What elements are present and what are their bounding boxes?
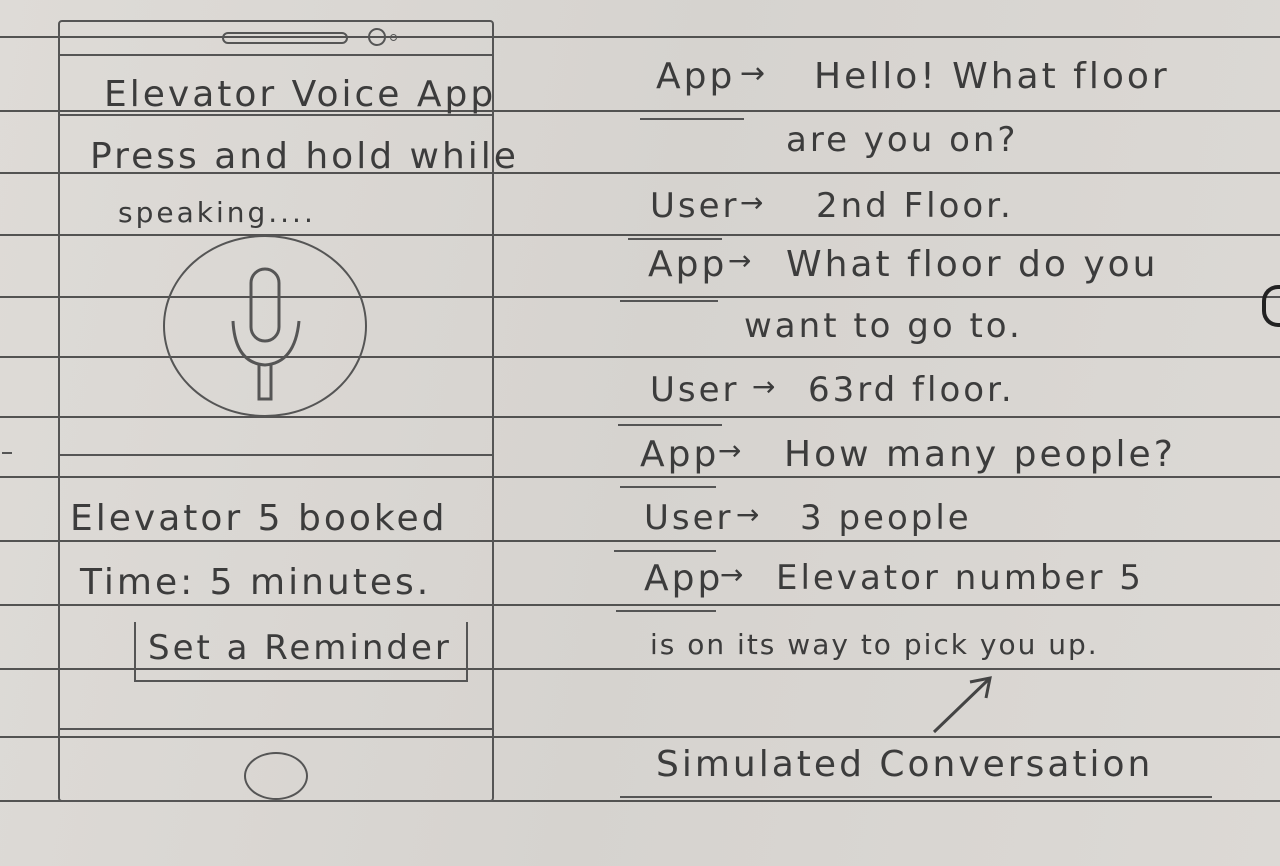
camera-icon [368,28,386,46]
conv-speaker-app: App [656,56,736,97]
mic-button[interactable] [163,235,367,417]
conv-speaker-user: User [650,186,740,226]
conv-line: Hello! What floor [814,56,1170,97]
arrow-icon [932,676,992,734]
conv-line: is on its way to pick you up. [650,628,1099,661]
conv-speaker-app: App [640,434,720,475]
speaker-underline [614,550,716,552]
conversation-caption: Simulated Conversation [656,744,1154,785]
notebook-paper: Elevator Voice App Press and hold while … [0,0,1280,866]
app-title: Elevator Voice App [104,74,497,115]
speaker-underline [620,486,716,488]
mic-section-divider [60,454,494,456]
conv-line: want to go to. [744,306,1023,346]
conv-arrow-icon: → [740,186,767,219]
microphone-icon [231,267,301,401]
conv-line: How many people? [784,434,1176,475]
caption-underline [620,796,1212,798]
conv-line: What floor do you [786,244,1159,285]
conv-arrow-icon: → [752,370,779,403]
conv-arrow-icon: → [740,56,769,91]
conv-line: 63rd floor. [808,370,1015,410]
conv-speaker-app: App [644,558,724,599]
speaker-underline [616,610,716,612]
speaker-underline [620,300,718,302]
booking-time: Time: 5 minutes. [80,562,432,603]
booking-status: Elevator 5 booked [70,498,448,539]
conv-line: Elevator number 5 [776,558,1144,598]
speaker-slot [222,32,348,44]
speaker-underline [618,424,722,426]
conv-line: 2nd Floor. [816,186,1014,226]
conv-arrow-icon: → [718,434,745,467]
conv-speaker-app: App [648,244,728,285]
set-reminder-button[interactable]: Set a Reminder [134,622,468,682]
set-reminder-label: Set a Reminder [148,628,452,668]
binder-clip [1262,285,1280,327]
phone-top-bar [60,22,492,56]
speaker-underline [640,118,744,120]
conv-speaker-user: User [650,370,740,410]
conv-arrow-icon: → [720,558,747,591]
speaker-underline [628,238,722,240]
home-button[interactable] [244,752,308,800]
conv-line: are you on? [786,120,1019,160]
conv-speaker-user: User [644,498,734,538]
margin-mark [2,452,12,454]
instruction-line-1: Press and hold while [90,136,519,177]
instruction-line-2: speaking.... [118,196,316,229]
sensor-dot [390,34,397,41]
conv-arrow-icon: → [728,244,755,277]
conv-arrow-icon: → [736,498,763,531]
conv-line: 3 people [800,498,972,538]
